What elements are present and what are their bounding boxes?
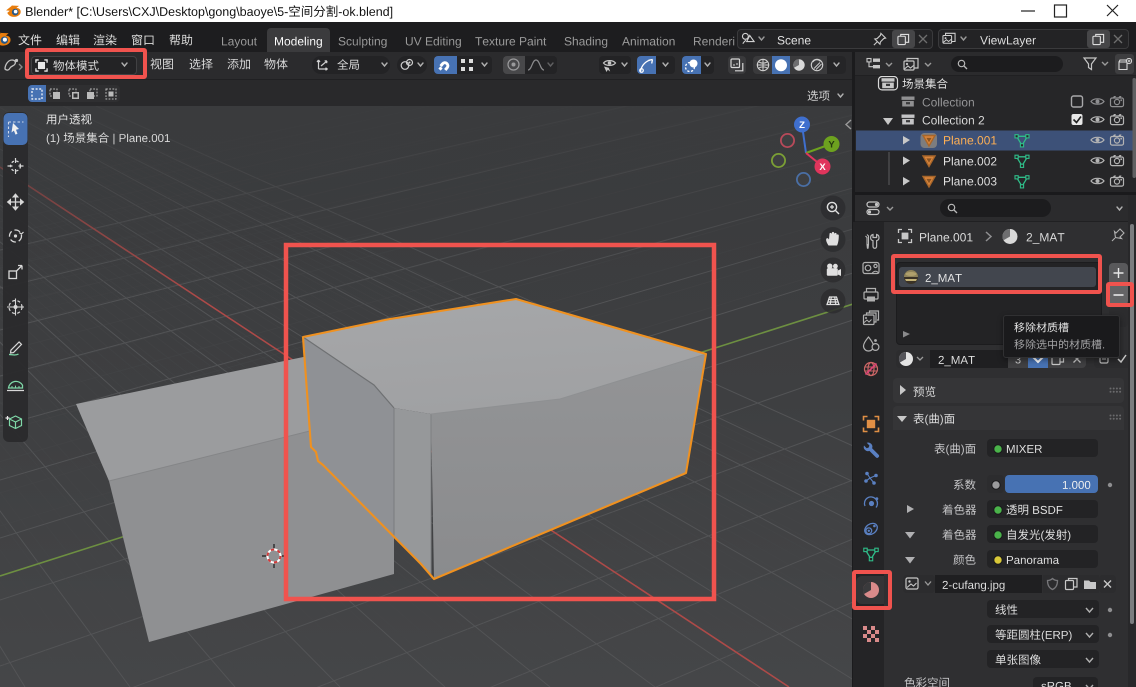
svg-text:Z: Z: [799, 120, 805, 131]
svg-text:Y: Y: [828, 140, 835, 151]
svg-text:X: X: [819, 162, 826, 173]
